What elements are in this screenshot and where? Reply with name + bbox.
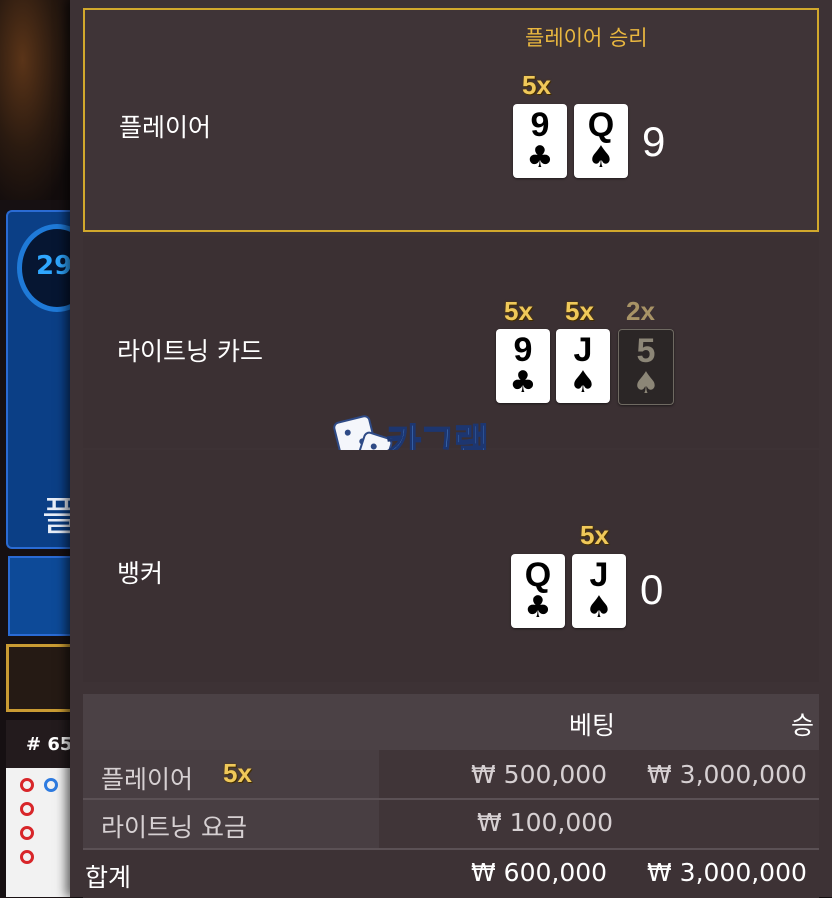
road-marker bbox=[20, 802, 34, 816]
row-win: ₩ 3,000,000 bbox=[647, 760, 807, 789]
player-label: 플레이어 bbox=[119, 113, 212, 142]
player-card-1: 9 ♣ bbox=[513, 104, 567, 178]
win-column-header: 승 bbox=[791, 711, 815, 740]
table-row: 플레이어 5x ₩ 500,000 ₩ 3,000,000 bbox=[83, 750, 819, 798]
card-multiplier: 5x bbox=[522, 70, 551, 100]
card-rank: 9 bbox=[530, 106, 550, 144]
row-bet: ₩ 500,000 bbox=[471, 760, 608, 789]
card-rank: J bbox=[573, 331, 593, 369]
total-label: 합계 bbox=[85, 863, 132, 892]
player-score: 9 bbox=[642, 118, 666, 165]
row-bet: ₩ 100,000 bbox=[477, 808, 614, 837]
banker-card-1: Q ♣ bbox=[511, 554, 565, 628]
winner-label: 플레이어 승리 bbox=[525, 26, 648, 50]
table-ornament bbox=[0, 0, 75, 200]
bead-road-header: # 65 bbox=[6, 720, 80, 768]
round-number: # 65 bbox=[26, 734, 73, 755]
road-marker bbox=[20, 778, 34, 792]
bet-column-header: 베팅 bbox=[569, 711, 616, 740]
card-multiplier: 5x bbox=[504, 296, 533, 326]
banker-card-2: J ♠ bbox=[572, 554, 626, 628]
road-marker bbox=[20, 826, 34, 840]
row-label: 플레이어 bbox=[101, 765, 194, 794]
card-rank: Q bbox=[524, 556, 552, 594]
lightning-card-2: J ♠ bbox=[556, 329, 610, 403]
row-multiplier: 5x bbox=[223, 758, 252, 788]
road-marker bbox=[20, 850, 34, 864]
player-hand-row: 플레이어 승리 플레이어 5x 9 ♣ Q ♠ 9 bbox=[83, 8, 819, 232]
road-marker bbox=[44, 778, 58, 792]
game-background: 29 플 # 65 bbox=[0, 0, 97, 897]
banker-label: 뱅커 bbox=[117, 559, 164, 588]
spade-icon: ♠ bbox=[585, 590, 613, 625]
card-multiplier: 5x bbox=[565, 296, 594, 326]
card-rank: 5 bbox=[636, 332, 656, 370]
table-header: 베팅 승 bbox=[83, 694, 819, 750]
spade-icon: ♠ bbox=[569, 365, 597, 400]
spade-icon: ♠ bbox=[632, 366, 660, 401]
club-icon: ♣ bbox=[509, 365, 537, 400]
card-multiplier: 2x bbox=[626, 296, 655, 326]
card-rank: J bbox=[589, 556, 609, 594]
timer-text: 29 bbox=[36, 251, 73, 281]
lightning-label: 라이트닝 카드 bbox=[117, 337, 263, 366]
card-rank: Q bbox=[587, 106, 615, 144]
card-multiplier: 5x bbox=[580, 520, 609, 550]
card-rank: 9 bbox=[513, 331, 533, 369]
lightning-card-1: 9 ♣ bbox=[496, 329, 550, 403]
banker-hand-row: 뱅커 5x Q ♣ J ♠ 0 bbox=[83, 450, 819, 682]
spade-icon: ♠ bbox=[587, 140, 615, 175]
total-win: ₩ 3,000,000 bbox=[647, 858, 807, 887]
row-label: 라이트닝 요금 bbox=[101, 813, 247, 842]
lightning-card-3: 5 ♠ bbox=[618, 329, 674, 405]
club-icon: ♣ bbox=[524, 590, 552, 625]
player-card-2: Q ♠ bbox=[574, 104, 628, 178]
club-icon: ♣ bbox=[526, 140, 554, 175]
round-result-panel: 플레이어 승리 플레이어 5x 9 ♣ Q ♠ 9 라이트닝 카드 5x 5x … bbox=[70, 0, 832, 898]
table-row: 라이트닝 요금 ₩ 100,000 bbox=[83, 800, 819, 848]
banker-score: 0 bbox=[640, 566, 664, 613]
table-total-row: 합계 ₩ 600,000 ₩ 3,000,000 bbox=[83, 850, 819, 898]
total-bet: ₩ 600,000 bbox=[471, 858, 608, 887]
